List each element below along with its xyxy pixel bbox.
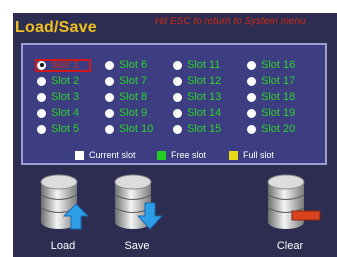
radio-button-icon[interactable] [173, 76, 182, 86]
slot-6[interactable]: Slot 6 [105, 59, 147, 71]
radio-button-icon[interactable] [173, 124, 182, 134]
legend-free-label: Free slot [171, 150, 207, 160]
slot-label: Slot 8 [119, 91, 148, 103]
legend-free: Free slot [157, 149, 206, 161]
slot-label: Slot 17 [261, 75, 296, 87]
slot-14[interactable]: Slot 14 [173, 107, 221, 119]
radio-button-icon[interactable] [37, 92, 46, 102]
database-download-icon [114, 174, 163, 230]
slot-7[interactable]: Slot 7 [105, 75, 147, 87]
slot-11[interactable]: Slot 11 [173, 59, 220, 71]
full-slot-swatch [229, 150, 238, 160]
slot-20[interactable]: Slot 20 [247, 123, 295, 135]
slot-label: Slot 1 [51, 59, 80, 71]
radio-button-icon[interactable] [173, 108, 182, 118]
slot-panel: Slot 1 Slot 2 Slot 3 Slot 4 Slot 5 Slot … [21, 43, 327, 165]
slot-4[interactable]: Slot 4 [37, 107, 79, 119]
radio-button-icon[interactable] [37, 108, 46, 118]
slot-13[interactable]: Slot 13 [173, 91, 221, 103]
legend-current: Current slot [75, 149, 136, 161]
current-slot-swatch [75, 150, 84, 160]
radio-button-icon[interactable] [247, 76, 256, 86]
load-label: Load [50, 240, 76, 252]
slot-label: Slot 12 [187, 75, 222, 87]
slot-12[interactable]: Slot 12 [173, 75, 221, 87]
radio-button-icon[interactable] [173, 60, 182, 70]
slot-8[interactable]: Slot 8 [105, 91, 147, 103]
radio-button-icon[interactable] [105, 92, 114, 102]
slot-label: Slot 3 [51, 91, 80, 103]
clear-button[interactable]: Clear [258, 173, 322, 255]
legend-full: Full slot [229, 149, 274, 161]
slot-10[interactable]: Slot 10 [105, 123, 153, 135]
slot-label: Slot 11 [187, 59, 221, 71]
slot-label: Slot 16 [261, 59, 296, 71]
slot-label: Slot 6 [119, 59, 148, 71]
slot-18[interactable]: Slot 18 [247, 91, 295, 103]
save-button[interactable]: Save [105, 173, 169, 255]
radio-button-icon[interactable] [37, 60, 46, 70]
slot-label: Slot 15 [187, 123, 222, 135]
esc-hint-text: Hit ESC to return to System menu [155, 16, 306, 27]
radio-button-icon[interactable] [173, 92, 182, 102]
radio-button-icon[interactable] [247, 124, 256, 134]
slot-2[interactable]: Slot 2 [37, 75, 79, 87]
slot-15[interactable]: Slot 15 [173, 123, 221, 135]
slot-label: Slot 2 [51, 75, 80, 87]
slot-5[interactable]: Slot 5 [37, 123, 79, 135]
slot-19[interactable]: Slot 19 [247, 107, 295, 119]
slot-label: Slot 13 [187, 91, 222, 103]
slot-label: Slot 5 [51, 123, 80, 135]
page-title: Load/Save [15, 19, 97, 36]
legend-full-label: Full slot [243, 150, 275, 160]
slot-1[interactable]: Slot 1 [37, 59, 79, 71]
slot-label: Slot 14 [187, 107, 222, 119]
clear-label: Clear [276, 240, 304, 252]
slot-3[interactable]: Slot 3 [37, 91, 79, 103]
slot-label: Slot 20 [261, 123, 296, 135]
slot-label: Slot 4 [51, 107, 80, 119]
database-remove-icon [267, 174, 321, 229]
radio-button-icon[interactable] [247, 60, 256, 70]
radio-button-icon[interactable] [247, 92, 256, 102]
slot-label: Slot 9 [119, 107, 148, 119]
free-slot-swatch [157, 150, 166, 160]
radio-button-icon[interactable] [105, 60, 114, 70]
radio-button-icon[interactable] [247, 108, 256, 118]
radio-button-icon[interactable] [37, 76, 46, 86]
slot-9[interactable]: Slot 9 [105, 107, 147, 119]
slot-label: Slot 18 [261, 91, 296, 103]
save-label: Save [124, 240, 150, 252]
radio-button-icon[interactable] [37, 124, 46, 134]
slot-label: Slot 10 [119, 123, 154, 135]
radio-button-icon[interactable] [105, 76, 114, 86]
radio-button-icon[interactable] [105, 108, 114, 118]
load-button[interactable]: Load [31, 173, 95, 255]
load-save-menu: Load/Save Hit ESC to return to System me… [13, 13, 337, 257]
database-upload-icon [40, 174, 89, 230]
slot-label: Slot 19 [261, 107, 296, 119]
radio-button-icon[interactable] [105, 124, 114, 134]
slot-label: Slot 7 [119, 75, 148, 87]
slot-16[interactable]: Slot 16 [247, 59, 295, 71]
legend-current-label: Current slot [89, 150, 136, 160]
slot-17[interactable]: Slot 17 [247, 75, 295, 87]
